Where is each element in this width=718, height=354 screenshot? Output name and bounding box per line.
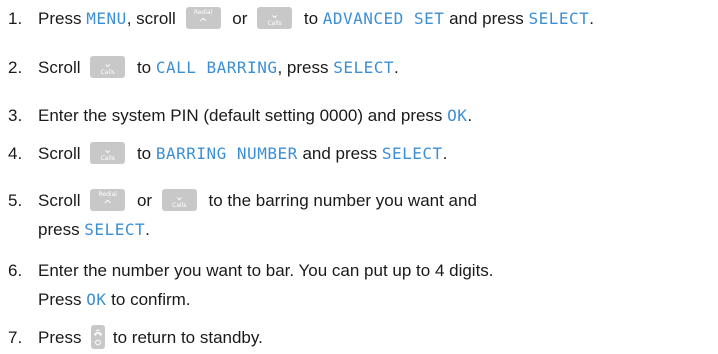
text: to [132, 58, 156, 77]
text: . [145, 220, 150, 239]
text: to the barring number you want and [203, 191, 477, 210]
text: to return to standby. [108, 328, 263, 347]
step-line: Enter the system PIN (default setting 00… [38, 101, 472, 130]
text: . [467, 106, 473, 125]
key-label: Redial [193, 9, 213, 16]
display-text-ok: OK [447, 106, 468, 125]
display-text-menu: MENU [86, 9, 127, 28]
display-text-advanced-set: ADVANCED SET [322, 9, 445, 28]
redial-up-key-icon: Redial ^ [90, 189, 126, 211]
step-text: Enter the system PIN (default setting 00… [38, 101, 472, 130]
phone-end-icon [94, 329, 103, 346]
step-line: Scroll ⌄ Calls to BARRING NUMBER and pres… [38, 139, 447, 168]
step-line: Press OK to confirm. [38, 285, 494, 314]
text: to [132, 144, 156, 163]
calls-down-key-icon: ⌄ Calls [90, 142, 126, 164]
down-arrow-icon: ⌄ [270, 8, 280, 21]
down-arrow-icon: ⌄ [103, 143, 113, 156]
display-text-select: SELECT [528, 9, 590, 28]
text: or [132, 191, 157, 210]
text: and press [444, 9, 529, 28]
text: or [227, 9, 253, 28]
step-line: Scroll ⌄ Calls to CALL BARRING, press SEL… [38, 53, 399, 82]
key-label: Calls [267, 20, 282, 27]
step-line: Enter the number you want to bar. You ca… [38, 261, 494, 280]
step-line: press SELECT. [38, 215, 477, 244]
step-number: 5. [8, 191, 23, 210]
key-label: Calls [172, 202, 187, 209]
step-text: Scroll ⌄ Calls to CALL BARRING, press SEL… [38, 53, 399, 82]
calls-down-key-icon: ⌄ Calls [161, 189, 197, 211]
display-text-ok: OK [86, 290, 107, 309]
step-text: Press MENU, scroll Redial ^ or ⌄ Calls to … [38, 4, 594, 33]
phone-end-key-icon [91, 325, 106, 349]
step-1: 1. Press MENU, scroll Redial ^ or ⌄ Calls … [8, 4, 594, 33]
text: . [589, 9, 594, 28]
text: . [394, 58, 399, 77]
calls-down-key-icon: ⌄ Calls [90, 56, 126, 78]
step-text: Scroll ⌄ Calls to BARRING NUMBER and pres… [38, 139, 447, 168]
step-number: 7. [8, 328, 23, 347]
key-label: Redial [98, 191, 117, 198]
text: Scroll [38, 144, 86, 163]
display-text-select: SELECT [381, 144, 443, 163]
text: to [299, 9, 323, 28]
calls-down-key-icon: ⌄ Calls [257, 7, 293, 29]
step-line: Press MENU, scroll Redial ^ or ⌄ Calls to … [38, 4, 594, 33]
down-arrow-icon: ⌄ [174, 190, 184, 203]
key-label: Calls [100, 155, 115, 162]
key-label: Calls [100, 69, 115, 76]
text: Scroll [38, 191, 86, 210]
text: to confirm. [106, 290, 191, 309]
step-2: 2. Scroll ⌄ Calls to CALL BARRING, press … [8, 53, 399, 82]
step-4: 4. Scroll ⌄ Calls to BARRING NUMBER and p… [8, 139, 447, 168]
up-arrow-icon: ^ [198, 16, 208, 29]
step-line: Scroll Redial ^ or ⌄ Calls to the barring … [38, 186, 477, 215]
step-5: 5. Scroll Redial ^ or ⌄ Calls to the barri… [8, 186, 477, 244]
down-arrow-icon: ⌄ [103, 57, 113, 70]
text: Press [38, 328, 87, 347]
step-text: Scroll Redial ^ or ⌄ Calls to the barring … [38, 186, 477, 244]
step-6: 6. Enter the number you want to bar. You… [8, 256, 494, 314]
step-7: 7. Press to return to standby. [8, 323, 263, 352]
text: , scroll [126, 9, 181, 28]
text: Scroll [38, 58, 86, 77]
step-text: Enter the number you want to bar. You ca… [38, 256, 494, 314]
redial-up-key-icon: Redial ^ [185, 7, 221, 29]
display-text-call-barring: CALL BARRING [155, 58, 278, 77]
step-3: 3. Enter the system PIN (default setting… [8, 101, 472, 130]
text: , press [277, 58, 334, 77]
step-text: Press to return to standby. [38, 323, 263, 352]
up-arrow-icon: ^ [103, 198, 113, 211]
step-number: 4. [8, 144, 23, 163]
step-number: 1. [8, 9, 23, 28]
display-text-select: SELECT [333, 58, 394, 77]
text: Press [38, 9, 87, 28]
text: and press [297, 144, 382, 163]
text: Press [38, 290, 87, 309]
step-number: 6. [8, 261, 23, 280]
text: press [38, 220, 85, 239]
text: Enter the system PIN (default setting 00… [38, 106, 448, 125]
step-number: 3. [8, 106, 23, 125]
text: . [442, 144, 448, 163]
step-line: Press to return to standby. [38, 323, 263, 352]
step-number: 2. [8, 58, 23, 77]
display-text-select: SELECT [84, 220, 146, 239]
display-text-barring-number: BARRING NUMBER [155, 144, 298, 163]
